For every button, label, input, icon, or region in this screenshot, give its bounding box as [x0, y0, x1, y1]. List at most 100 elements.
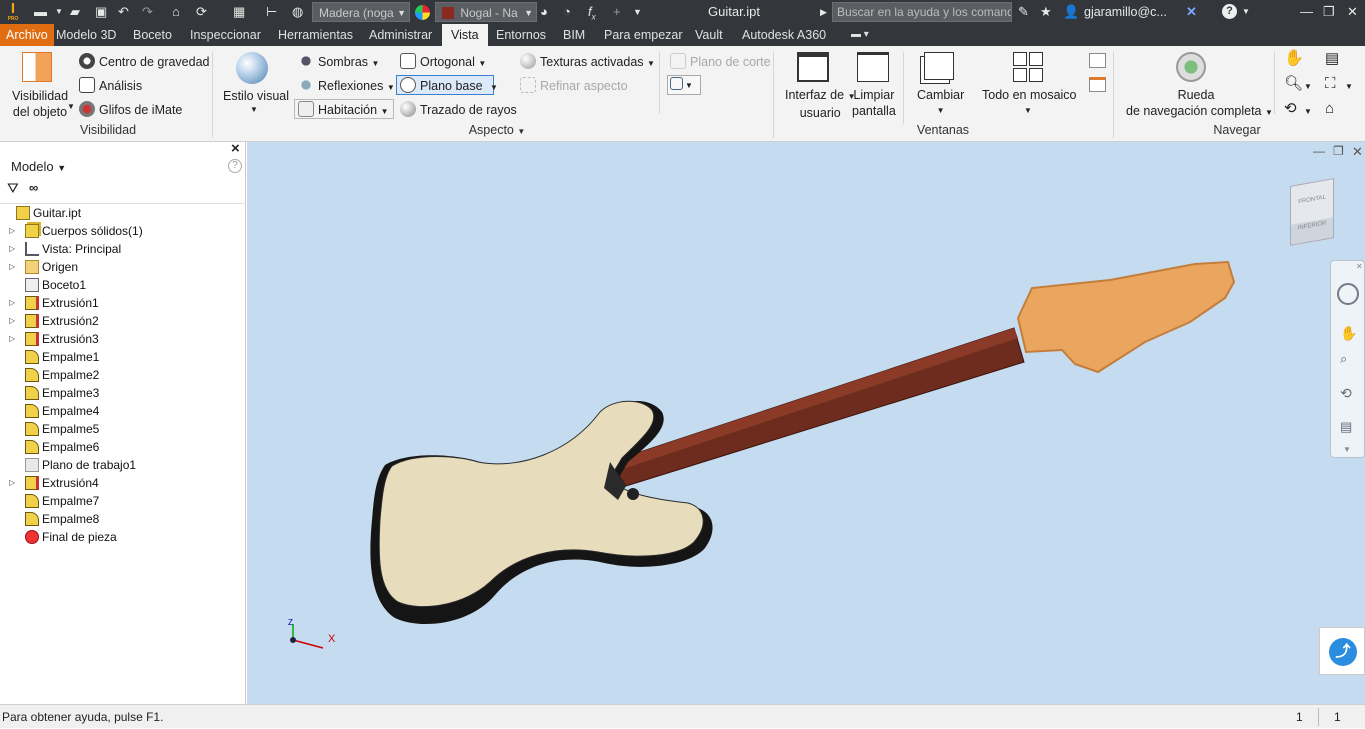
navbar-pan-icon[interactable]: ✋: [1340, 325, 1357, 342]
orbit-icon[interactable]: ⟲: [1284, 101, 1297, 117]
object-visibility-button[interactable]: Visibilidad del objeto: [12, 88, 68, 120]
redo-icon[interactable]: ↷: [142, 3, 153, 21]
imate-glyphs-button[interactable]: Glifos de iMate: [79, 101, 182, 118]
clear-appearance-icon[interactable]: ◔: [563, 3, 571, 21]
look-at-icon[interactable]: ▤: [1325, 51, 1339, 67]
adjust-appearance-icon[interactable]: ◕: [540, 3, 548, 21]
switch-window-icon[interactable]: [924, 52, 954, 80]
open-icon[interactable]: ▰: [70, 3, 80, 21]
graphics-viewport[interactable]: — ❐ ✕ FRONTAL INFERIOR X Z ⤴: [247, 142, 1365, 704]
expand-arrow-icon[interactable]: ▷: [9, 294, 15, 312]
room-button[interactable]: Habitación ▼: [298, 101, 388, 120]
expand-arrow-icon[interactable]: ▷: [9, 258, 15, 276]
find-binoculars-icon[interactable]: ∞: [29, 180, 38, 195]
expand-arrow-icon[interactable]: ▷: [9, 222, 15, 240]
tab-entornos[interactable]: Entornos: [490, 24, 552, 46]
help-icon[interactable]: ?: [1222, 4, 1237, 19]
expand-arrow-icon[interactable]: ▷: [9, 330, 15, 348]
zoom-dropdown-icon[interactable]: ▼: [1304, 79, 1312, 95]
help-dropdown-icon[interactable]: ▼: [1242, 3, 1250, 21]
group-aspecto[interactable]: Aspecto ▼: [462, 123, 532, 137]
tab-administrar[interactable]: Administrar: [363, 24, 438, 46]
user-interface-button[interactable]: Interfaz de ▼ usuario: [785, 87, 855, 121]
share-button[interactable]: ⤴: [1319, 627, 1365, 675]
customize-dropdown-icon[interactable]: ▼: [633, 3, 642, 21]
tab-para-empezar[interactable]: Para empezar: [598, 24, 689, 46]
cascade-icon[interactable]: [1089, 53, 1106, 68]
update-icon[interactable]: ⟳: [196, 3, 207, 21]
exchange-icon[interactable]: ✕: [1186, 3, 1197, 21]
close-icon[interactable]: ✕: [1347, 3, 1358, 21]
chevron-down-icon[interactable]: ▼: [250, 102, 258, 118]
analysis-button[interactable]: Análisis: [79, 77, 142, 94]
plus-icon[interactable]: +: [613, 3, 621, 21]
zoom-all-icon[interactable]: ⛶: [1325, 76, 1336, 92]
tile-all-icon[interactable]: [1013, 52, 1043, 82]
chevron-down-icon[interactable]: ▼: [67, 99, 75, 115]
clean-screen-icon[interactable]: [857, 52, 889, 82]
tab-inspeccionar[interactable]: Inspeccionar: [184, 24, 267, 46]
select-icon[interactable]: ▦: [233, 3, 245, 21]
restore-icon[interactable]: ❐: [1323, 3, 1335, 21]
globe-icon[interactable]: ◍: [292, 3, 303, 21]
browser-close-icon[interactable]: ×: [231, 140, 240, 157]
ray-tracing-button[interactable]: Trazado de rayos: [400, 101, 517, 118]
tab-options-dropdown[interactable]: ▬ ▾: [845, 24, 875, 46]
user-account[interactable]: gjaramillo@c...: [1084, 3, 1167, 21]
guitar-model[interactable]: [247, 142, 1365, 704]
tile-all-button[interactable]: Todo en mosaico ▼: [982, 87, 1077, 119]
ground-plane-button[interactable]: Plano base ▼: [400, 77, 498, 96]
refine-appearance-button[interactable]: Refinar aspecto: [520, 77, 628, 94]
home-icon[interactable]: ⌂: [172, 3, 180, 21]
shadows-button[interactable]: Sombras ▼: [298, 53, 379, 72]
save-icon[interactable]: ▣: [95, 3, 107, 21]
home-view-icon[interactable]: ⌂: [1325, 101, 1334, 117]
zoom-icon[interactable]: 🔍︎: [1284, 76, 1303, 92]
favorites-star-icon[interactable]: ★: [1040, 3, 1052, 21]
center-of-gravity-button[interactable]: Centro de gravedad: [79, 53, 210, 70]
tab-bim[interactable]: BIM: [557, 24, 591, 46]
pan-icon[interactable]: ✋: [1284, 51, 1304, 67]
zoom-all-dropdown-icon[interactable]: ▼: [1345, 79, 1353, 95]
material-combo[interactable]: Madera (noga ▼: [312, 2, 410, 22]
section-plane-button[interactable]: Plano de corte: [670, 53, 771, 70]
tab-herramientas[interactable]: Herramientas: [272, 24, 359, 46]
filter-icon[interactable]: ⛛: [7, 180, 19, 197]
reflections-button[interactable]: Reflexiones ▼: [298, 77, 395, 96]
orbit-dropdown-icon[interactable]: ▼: [1304, 104, 1312, 120]
app-logo-icon[interactable]: I PRO: [6, 1, 20, 23]
switch-window-button[interactable]: Cambiar ▼: [917, 87, 964, 119]
appearance-combo[interactable]: Nogal - Na ▼: [435, 2, 537, 22]
navbar-orbit-icon[interactable]: ⟲: [1340, 385, 1352, 402]
view-representation-button[interactable]: ▼: [667, 75, 701, 95]
navbar-close-icon[interactable]: ✕: [1356, 262, 1363, 271]
navbar-look-icon[interactable]: ▤: [1340, 419, 1352, 435]
search-expand-icon[interactable]: ▶: [820, 3, 827, 21]
textures-on-button[interactable]: Texturas activadas ▼: [520, 53, 655, 72]
expand-arrow-icon[interactable]: ▷: [9, 312, 15, 330]
measure-icon[interactable]: ⊢: [266, 3, 277, 21]
tab-autodesk-a360[interactable]: Autodesk A360: [736, 24, 832, 46]
steering-wheel-icon[interactable]: [1176, 52, 1206, 82]
browser-help-icon[interactable]: ?: [228, 159, 242, 173]
visual-style-icon[interactable]: [236, 52, 268, 84]
new-window-icon[interactable]: [1089, 77, 1106, 92]
user-icon[interactable]: 👤: [1063, 3, 1079, 21]
view-cube[interactable]: FRONTAL INFERIOR: [1290, 178, 1334, 246]
clean-screen-button[interactable]: Limpiar pantalla: [852, 87, 896, 119]
tab-vault[interactable]: Vault: [689, 24, 729, 46]
expand-arrow-icon[interactable]: ▷: [9, 474, 15, 492]
help-search-input[interactable]: Buscar en la ayuda y los comand: [832, 2, 1012, 22]
tab-boceto[interactable]: Boceto: [127, 24, 178, 46]
user-interface-icon[interactable]: [797, 52, 829, 82]
expand-arrow-icon[interactable]: ▷: [9, 240, 15, 258]
browser-title[interactable]: Modelo ▼: [11, 159, 66, 174]
navbar-options-icon[interactable]: ▼: [1343, 445, 1351, 454]
object-visibility-icon[interactable]: [22, 52, 52, 82]
binoculars-icon[interactable]: ✎: [1018, 3, 1029, 21]
navbar-wheel-icon[interactable]: [1337, 283, 1359, 305]
tab-vista[interactable]: Vista: [442, 24, 488, 46]
tab-archivo[interactable]: Archivo: [0, 24, 54, 46]
navbar-zoom-icon[interactable]: ⌕: [1340, 351, 1347, 367]
tab-modelo-3d[interactable]: Modelo 3D: [50, 24, 122, 46]
